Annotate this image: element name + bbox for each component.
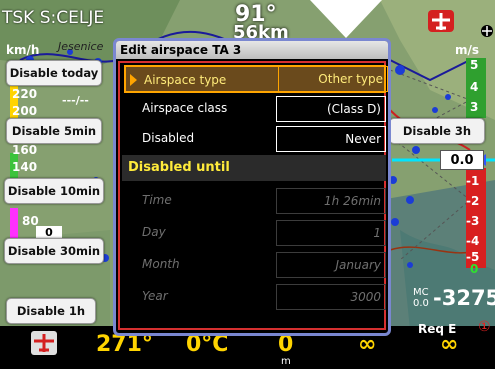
edit-airspace-dialog: Edit airspace TA 3 Airspace type Other t… xyxy=(113,38,391,336)
disable-1h-button[interactable]: Disable 1h xyxy=(6,298,96,324)
speed-tick: 160 xyxy=(12,143,38,157)
vario-tick: 0 xyxy=(470,262,479,276)
year-field: 3000 xyxy=(276,284,386,310)
vario-tick: -2 xyxy=(466,194,480,208)
time-label: Time xyxy=(142,193,172,207)
compass-icon xyxy=(481,25,493,37)
task-label: TSK S:CELJE xyxy=(2,8,105,28)
speed-unit: km/h xyxy=(6,43,40,57)
disabled-row[interactable]: Disabled Never xyxy=(124,125,386,153)
mc-value: 0.0 xyxy=(413,298,429,309)
speed-target: ---/-- xyxy=(62,94,89,107)
dialog-body: Airspace type Other type Airspace class … xyxy=(118,61,388,330)
heading-pointer xyxy=(310,0,382,38)
vario-tick: -3 xyxy=(466,214,480,228)
vario-tick: 3 xyxy=(470,100,479,114)
disable-today-button[interactable]: Disable today xyxy=(6,60,102,86)
day-field: 1 xyxy=(276,220,386,246)
req-number: ① xyxy=(478,319,491,335)
vario-unit: m/s xyxy=(455,43,480,57)
airspace-class-field[interactable]: (Class D) xyxy=(276,96,386,122)
vario-tick: -4 xyxy=(466,234,480,248)
altitude-readout: -3275 xyxy=(433,286,495,310)
day-row: Day 1 xyxy=(124,219,386,247)
month-field: January xyxy=(276,252,386,278)
year-label: Year xyxy=(142,289,168,303)
disable-5min-button[interactable]: Disable 5min xyxy=(6,118,102,144)
vario-tick: 4 xyxy=(470,80,479,94)
speed-tick: 140 xyxy=(12,160,38,174)
time-field: 1h 26min xyxy=(276,188,386,214)
selection-arrow-icon xyxy=(130,74,137,86)
mc-label: MC xyxy=(413,287,429,298)
month-label: Month xyxy=(142,257,180,271)
disabled-until-heading: Disabled until xyxy=(122,155,386,181)
airspace-class-label: Airspace class xyxy=(142,101,228,115)
disable-10min-button[interactable]: Disable 10min xyxy=(4,178,104,204)
vario-tick: 5 xyxy=(470,58,479,72)
disabled-field[interactable]: Never xyxy=(276,126,386,152)
glider-icon xyxy=(428,10,454,32)
place-label: Jesenice xyxy=(58,40,104,53)
airspace-type-row[interactable]: Airspace type Other type xyxy=(124,65,388,93)
time-row: Time 1h 26min xyxy=(124,187,386,215)
glider-icon xyxy=(31,331,57,355)
year-row: Year 3000 xyxy=(124,283,386,311)
disable-30min-button[interactable]: Disable 30min xyxy=(4,238,104,264)
disabled-label: Disabled xyxy=(142,131,195,145)
vario-value-box: 0.0 xyxy=(440,150,484,170)
day-label: Day xyxy=(142,225,166,239)
speed-tick: 220 xyxy=(12,87,38,101)
month-row: Month January xyxy=(124,251,386,279)
dialog-title: Edit airspace TA 3 xyxy=(116,41,388,59)
disable-3h-button[interactable]: Disable 3h xyxy=(389,118,485,144)
speed-tick: 200 xyxy=(12,104,38,118)
airspace-type-label: Airspace type xyxy=(144,73,227,87)
bottom-value-3-unit: m xyxy=(281,356,291,367)
airspace-class-row[interactable]: Airspace class (Class D) xyxy=(124,95,386,123)
airspace-type-field[interactable]: Other type xyxy=(278,66,388,92)
vario-tick: -1 xyxy=(466,174,480,188)
req-label: Req E xyxy=(418,322,457,336)
